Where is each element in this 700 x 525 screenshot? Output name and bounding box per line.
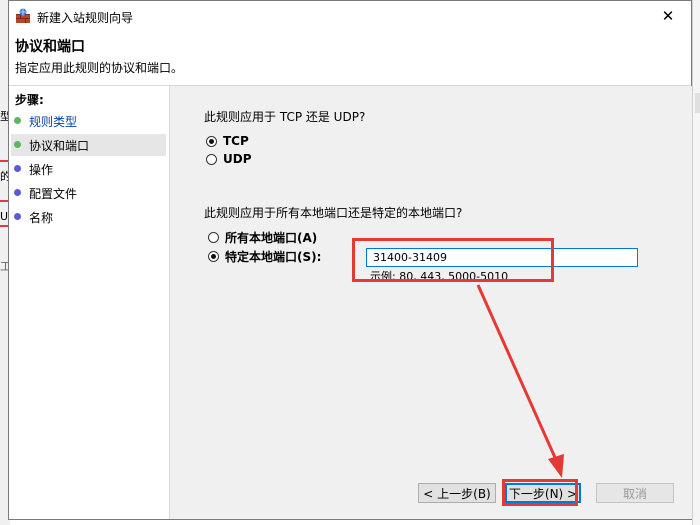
wizard-header: 协议和端口 指定应用此规则的协议和端口。 — [9, 31, 691, 86]
step-label: 名称 — [29, 211, 54, 225]
firewall-app-icon — [16, 8, 30, 23]
steps-label: 步骤: — [15, 93, 44, 107]
radio-unselected-icon — [206, 153, 217, 165]
step-status-dot-icon — [14, 141, 21, 148]
radio-unselected-icon — [208, 232, 219, 243]
background-window-edge-right — [692, 0, 700, 525]
radio-all-local-ports[interactable]: 所有本地端口(A) — [208, 229, 317, 246]
step-rule-type[interactable]: 规则类型 — [11, 110, 166, 132]
page-title: 协议和端口 — [15, 39, 85, 55]
step-action: 操作 — [11, 158, 166, 180]
step-status-dot-icon — [14, 117, 21, 124]
close-icon: ✕ — [661, 7, 675, 25]
radio-label: UDP — [223, 152, 252, 166]
radio-selected-icon — [208, 251, 219, 262]
step-profile: 配置文件 — [11, 182, 166, 204]
step-label: 规则类型 — [29, 115, 78, 129]
step-protocol-ports: 协议和端口 — [11, 134, 166, 156]
title-bar: 新建入站规则向导 ✕ — [9, 1, 691, 31]
steps-pane: 步骤: 规则类型 协议和端口 操作 配置文件 名称 — [9, 86, 169, 519]
radio-selected-icon — [206, 135, 217, 147]
step-label: 配置文件 — [29, 187, 78, 201]
background-scroll-strip — [695, 93, 700, 113]
radio-label: 特定本地端口(S): — [225, 250, 322, 264]
step-status-dot-icon — [14, 165, 21, 172]
step-status-dot-icon — [14, 189, 21, 196]
close-button[interactable]: ✕ — [645, 1, 691, 31]
page-description: 指定应用此规则的协议和端口。 — [15, 61, 184, 75]
radio-specific-local-ports[interactable]: 特定本地端口(S): — [208, 248, 321, 265]
back-button[interactable]: < 上一步(B) — [418, 483, 496, 503]
radio-tcp[interactable]: TCP — [206, 134, 249, 148]
step-label: 操作 — [29, 163, 54, 177]
window-title: 新建入站规则向导 — [37, 11, 134, 25]
step-status-dot-icon — [14, 213, 21, 220]
annotation-highlight-next — [502, 479, 578, 506]
radio-label: 所有本地端口(A) — [225, 231, 318, 245]
step-name: 名称 — [11, 206, 166, 228]
radio-udp[interactable]: UDP — [206, 152, 252, 166]
protocol-question: 此规则应用于 TCP 还是 UDP? — [204, 110, 366, 124]
annotation-highlight-ports — [352, 238, 554, 282]
ports-question: 此规则应用于所有本地端口还是特定的本地端口? — [204, 206, 463, 220]
new-inbound-rule-wizard: 新建入站规则向导 ✕ 协议和端口 指定应用此规则的协议和端口。 步骤: 规则类型… — [8, 0, 692, 520]
cancel-button[interactable]: 取消 — [596, 483, 674, 503]
radio-label: TCP — [223, 134, 249, 148]
content-pane: 此规则应用于 TCP 还是 UDP? TCP UDP 此规则应用于所有本地端口还… — [169, 86, 692, 519]
step-label: 协议和端口 — [29, 139, 90, 153]
